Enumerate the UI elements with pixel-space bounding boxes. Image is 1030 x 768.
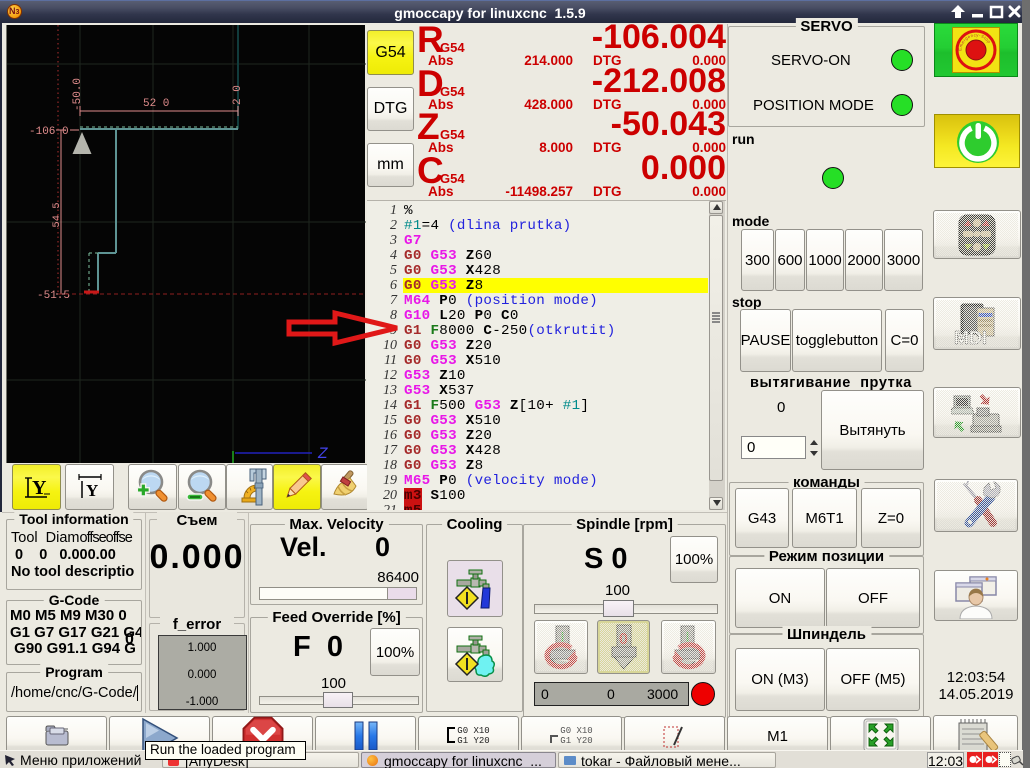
svg-text:-51.5: -51.5	[37, 290, 70, 302]
svg-text:52 0: 52 0	[143, 98, 169, 110]
svg-text:Y: Y	[32, 477, 47, 499]
svg-text:-50.0: -50.0	[72, 78, 84, 111]
svg-text:Y: Y	[86, 481, 98, 500]
svg-text:MDI: MDI	[954, 328, 987, 347]
svg-text:2 0: 2 0	[232, 85, 244, 105]
svg-text:-106 0: -106 0	[29, 126, 69, 138]
svg-text:Z: Z	[317, 445, 328, 463]
svg-text:0: 0	[619, 631, 628, 648]
svg-text:54 5: 54 5	[51, 202, 63, 227]
